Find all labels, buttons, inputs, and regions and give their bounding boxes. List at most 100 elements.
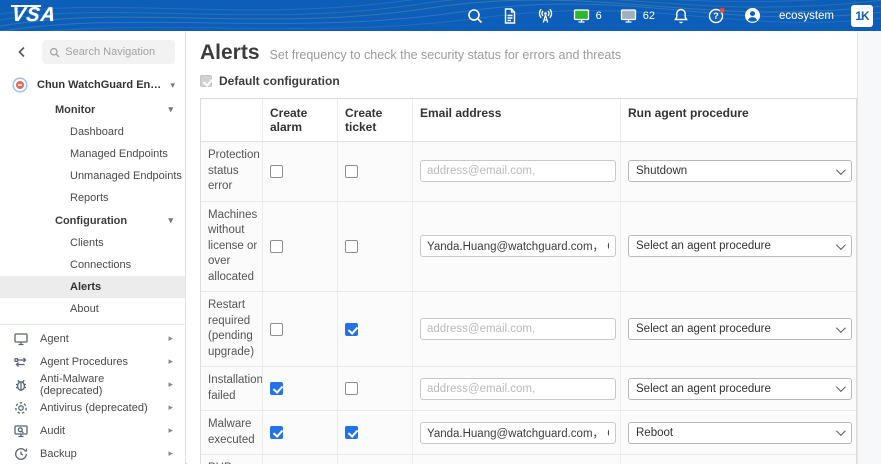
- create-alarm-checkbox[interactable]: [270, 322, 283, 336]
- monitor-total-icon[interactable]: 62: [619, 7, 655, 25]
- chevron-down-icon: [835, 426, 846, 437]
- alert-type-label: Machines without license or over allocat…: [208, 208, 258, 283]
- main-content: Alerts Set frequency to check the securi…: [187, 31, 881, 464]
- email-address-input[interactable]: [420, 235, 616, 258]
- svg-text:?: ?: [713, 11, 719, 21]
- table-body: Protection status error Shutdown Machine…: [201, 142, 856, 464]
- scrollbar-track[interactable]: [857, 31, 881, 464]
- sidebar-item-about[interactable]: About: [0, 298, 185, 320]
- email-address-input[interactable]: [420, 377, 616, 400]
- chevron-right-icon: ▸: [168, 379, 173, 389]
- chevron-down-icon: [835, 382, 846, 393]
- default-configuration-checkbox[interactable]: [200, 75, 212, 87]
- chevron-right-icon: ▸: [168, 333, 173, 343]
- table-row: Restart required (pending upgrade) Selec…: [201, 291, 856, 367]
- chevron-down-icon: ▾: [170, 79, 175, 90]
- chevron-down-icon: ▾: [168, 104, 173, 114]
- table-row: Installation failed Select an agent proc…: [201, 366, 856, 411]
- sidebar-item-dashboard[interactable]: Dashboard: [0, 121, 185, 143]
- agent-procedure-select[interactable]: Select an agent procedure: [628, 377, 852, 400]
- table-row: Machines without license or over allocat…: [201, 200, 856, 292]
- chevron-down-icon: [835, 164, 846, 175]
- chevron-down-icon: [835, 322, 846, 333]
- search-icon: [50, 47, 60, 57]
- sidebar-item-antivirus[interactable]: Antivirus (deprecated) ▸: [0, 396, 185, 419]
- sidebar-item-alerts[interactable]: Alerts: [0, 276, 185, 298]
- gear-icon: [15, 401, 27, 414]
- create-ticket-checkbox[interactable]: [345, 164, 358, 178]
- create-ticket-checkbox[interactable]: [345, 322, 358, 336]
- total-count: 62: [642, 9, 656, 22]
- sidebar-group-monitor[interactable]: Monitor ▾: [0, 98, 185, 121]
- alert-type-label: Protection status error: [208, 149, 260, 193]
- navigation-search[interactable]: [42, 40, 175, 64]
- sidebar-item-unmanaged-endpoints[interactable]: Unmanaged Endpoints: [0, 165, 185, 187]
- create-ticket-checkbox[interactable]: [345, 239, 358, 253]
- chevron-right-icon: ▸: [168, 356, 173, 366]
- search-icon[interactable]: [466, 7, 484, 25]
- sidebar-item-reports[interactable]: Reports: [0, 187, 185, 209]
- agent-procedure-select[interactable]: Reboot: [628, 421, 852, 444]
- document-icon[interactable]: [501, 7, 519, 25]
- column-header-run-agent-procedure: Run agent procedure: [620, 99, 857, 141]
- create-alarm-checkbox[interactable]: [270, 164, 283, 178]
- chevron-down-icon: ▾: [168, 215, 173, 225]
- sidebar-item-agent[interactable]: Agent ▸: [0, 327, 185, 350]
- agent-procedure-select[interactable]: Select an agent procedure: [628, 235, 852, 258]
- online-count: 6: [595, 9, 602, 22]
- help-icon[interactable]: ?: [707, 6, 726, 25]
- default-configuration-label: Default configuration: [219, 74, 340, 88]
- table-header-row: Create alarm Create ticket Email address…: [201, 99, 856, 142]
- create-ticket-checkbox[interactable]: [345, 426, 358, 440]
- sidebar-item-agent-procedures[interactable]: Agent Procedures ▸: [0, 350, 185, 373]
- module-icon: [12, 77, 28, 93]
- procedures-icon: [14, 357, 27, 367]
- chevron-down-icon: [835, 239, 846, 250]
- page-subtitle: Set frequency to check the security stat…: [269, 48, 622, 62]
- alert-type-label: Malware executed: [208, 418, 255, 446]
- sidebar-divider: [0, 324, 185, 325]
- sidebar-module[interactable]: Chun WatchGuard Endpoint ... ▾: [0, 72, 185, 98]
- sidebar: Chun WatchGuard Endpoint ... ▾ Monitor ▾…: [0, 31, 186, 464]
- topbar-actions: 6 62 ? ecosystem 1K: [466, 4, 873, 27]
- alert-type-label: Restart required (pending upgrade): [208, 299, 255, 358]
- create-ticket-checkbox[interactable]: [345, 382, 358, 396]
- module-label: Chun WatchGuard Endpoint ...: [37, 79, 162, 91]
- avatar-icon[interactable]: [743, 6, 762, 25]
- bell-icon[interactable]: [672, 7, 690, 25]
- topbar: VSA 6 62 ? ecosystem 1K: [0, 0, 881, 31]
- email-address-input[interactable]: [420, 160, 616, 183]
- bug-icon: [16, 379, 26, 391]
- sidebar-item-audit[interactable]: Audit ▸: [0, 419, 185, 442]
- audit-icon: [14, 424, 28, 437]
- user-label[interactable]: ecosystem: [779, 10, 834, 22]
- broadcast-icon[interactable]: [536, 7, 555, 25]
- sidebar-group-configuration[interactable]: Configuration ▾: [0, 209, 185, 232]
- sidebar-item-clients[interactable]: Clients: [0, 232, 185, 254]
- table-row: Protection status error Shutdown: [201, 142, 856, 201]
- email-address-input[interactable]: [420, 421, 616, 444]
- kaseya-logo[interactable]: 1K: [851, 4, 873, 27]
- alerts-table: Create alarm Create ticket Email address…: [200, 98, 857, 464]
- backup-icon: [15, 447, 28, 460]
- sidebar-item-backup[interactable]: Backup ▸: [0, 442, 185, 464]
- collapse-sidebar-button[interactable]: [10, 40, 34, 64]
- table-row: PUP executed Select an agent procedure: [201, 454, 856, 464]
- sidebar-item-managed-endpoints[interactable]: Managed Endpoints: [0, 143, 185, 165]
- sidebar-item-anti-malware[interactable]: Anti-Malware (deprecated) ▸: [0, 373, 185, 397]
- column-header-create-alarm: Create alarm: [262, 99, 337, 141]
- monitor-icon: [14, 332, 28, 345]
- create-alarm-checkbox[interactable]: [270, 382, 283, 396]
- agent-procedure-select[interactable]: Shutdown: [628, 160, 852, 183]
- chevron-right-icon: ▸: [168, 448, 173, 458]
- create-alarm-checkbox[interactable]: [270, 426, 283, 440]
- email-address-input[interactable]: [420, 318, 616, 341]
- agent-procedure-select[interactable]: Select an agent procedure: [628, 318, 852, 341]
- monitor-online-icon[interactable]: 6: [572, 7, 602, 25]
- sidebar-item-connections[interactable]: Connections: [0, 254, 185, 276]
- column-header-create-ticket: Create ticket: [337, 99, 412, 141]
- alert-type-label: Installation failed: [208, 374, 263, 402]
- column-header-blank: [201, 99, 262, 141]
- search-input[interactable]: [65, 46, 168, 58]
- create-alarm-checkbox[interactable]: [270, 239, 283, 253]
